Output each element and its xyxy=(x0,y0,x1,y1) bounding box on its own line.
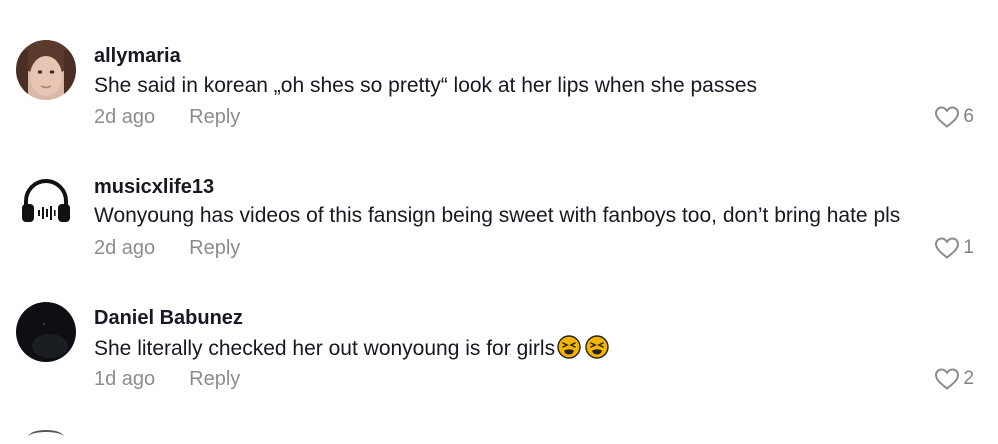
reply-button[interactable]: Reply xyxy=(189,368,240,390)
comment-time: 1d ago xyxy=(94,368,156,390)
heart-icon xyxy=(935,368,960,390)
avatar[interactable] xyxy=(16,172,76,232)
comment-text-body: She literally checked her out wonyoung i… xyxy=(94,337,556,360)
comment-meta: 1d ago Reply xyxy=(94,367,240,391)
profile-photo-dark xyxy=(16,302,76,362)
like-button[interactable]: 1 xyxy=(934,236,974,260)
reply-button[interactable]: Reply xyxy=(189,237,240,259)
comment-text: She literally checked her out wonyoung i… xyxy=(94,335,609,362)
like-count: 2 xyxy=(963,368,974,389)
next-comment-avatar-peek xyxy=(28,430,64,444)
heart-icon xyxy=(935,237,960,259)
comment-username[interactable]: musicxlife13 xyxy=(94,175,214,199)
comment-username[interactable]: Daniel Babunez xyxy=(94,306,243,330)
comment-time: 2d ago xyxy=(94,237,156,259)
tired-face-emoji xyxy=(585,335,609,359)
like-count: 1 xyxy=(963,237,974,258)
comment-meta: 2d ago Reply xyxy=(94,236,240,260)
like-button[interactable]: 2 xyxy=(934,367,974,391)
headphones-icon xyxy=(16,172,76,232)
tired-face-emoji xyxy=(557,335,581,359)
comment-text: Wonyoung has videos of this fansign bein… xyxy=(94,204,901,227)
avatar[interactable] xyxy=(16,302,76,362)
comment-item: Daniel Babunez She literally checked her… xyxy=(0,0,998,390)
